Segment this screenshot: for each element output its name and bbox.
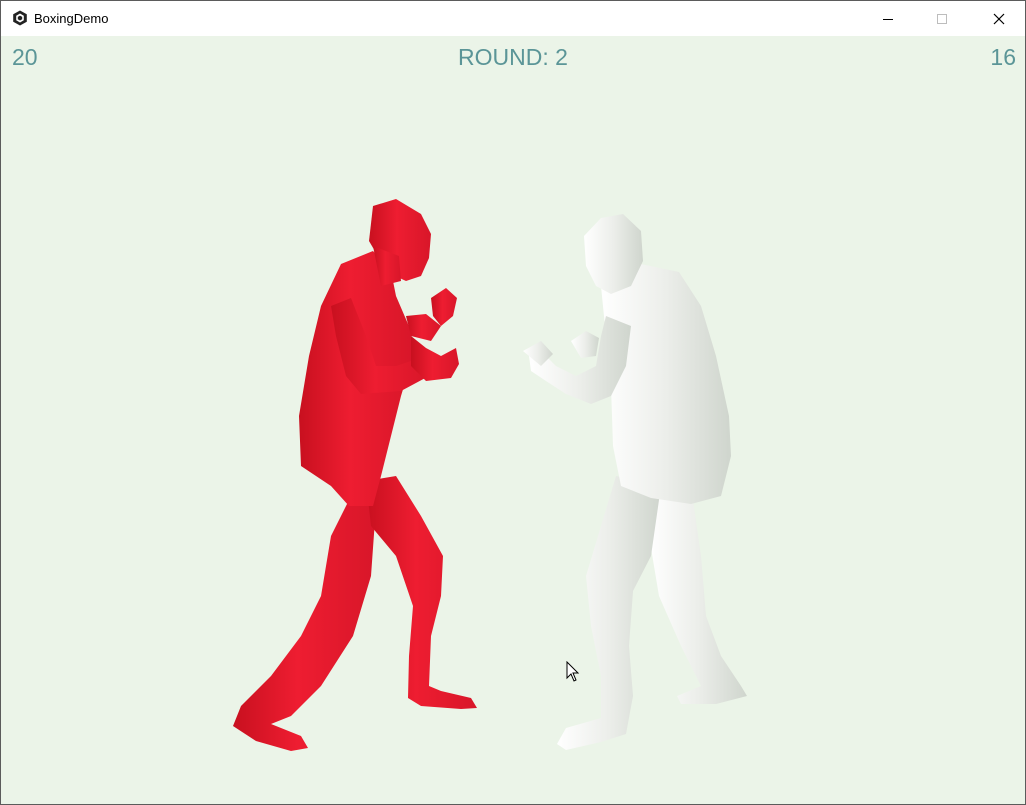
maximize-icon [937,13,947,24]
minimize-button[interactable] [865,1,911,36]
red-fighter [233,199,477,751]
white-fighter [523,214,747,750]
round-label: ROUND: 2 [458,44,568,70]
window-title: BoxingDemo [34,11,109,26]
close-icon [993,13,1005,24]
unity-icon [13,10,27,26]
opponent-score: 16 [990,44,1016,70]
boxing-scene [233,199,747,751]
close-button[interactable] [976,1,1022,36]
game-viewport[interactable]: 20 ROUND: 2 16 [1,36,1025,804]
game-window: BoxingDemo 20 ROUND: 2 16 [0,0,1026,805]
minimize-icon [883,18,893,20]
title-bar[interactable]: BoxingDemo [1,1,1025,36]
mouse-cursor-icon [566,661,580,682]
round-indicator: ROUND: 2 [1,44,1025,71]
maximize-button[interactable] [919,1,965,36]
